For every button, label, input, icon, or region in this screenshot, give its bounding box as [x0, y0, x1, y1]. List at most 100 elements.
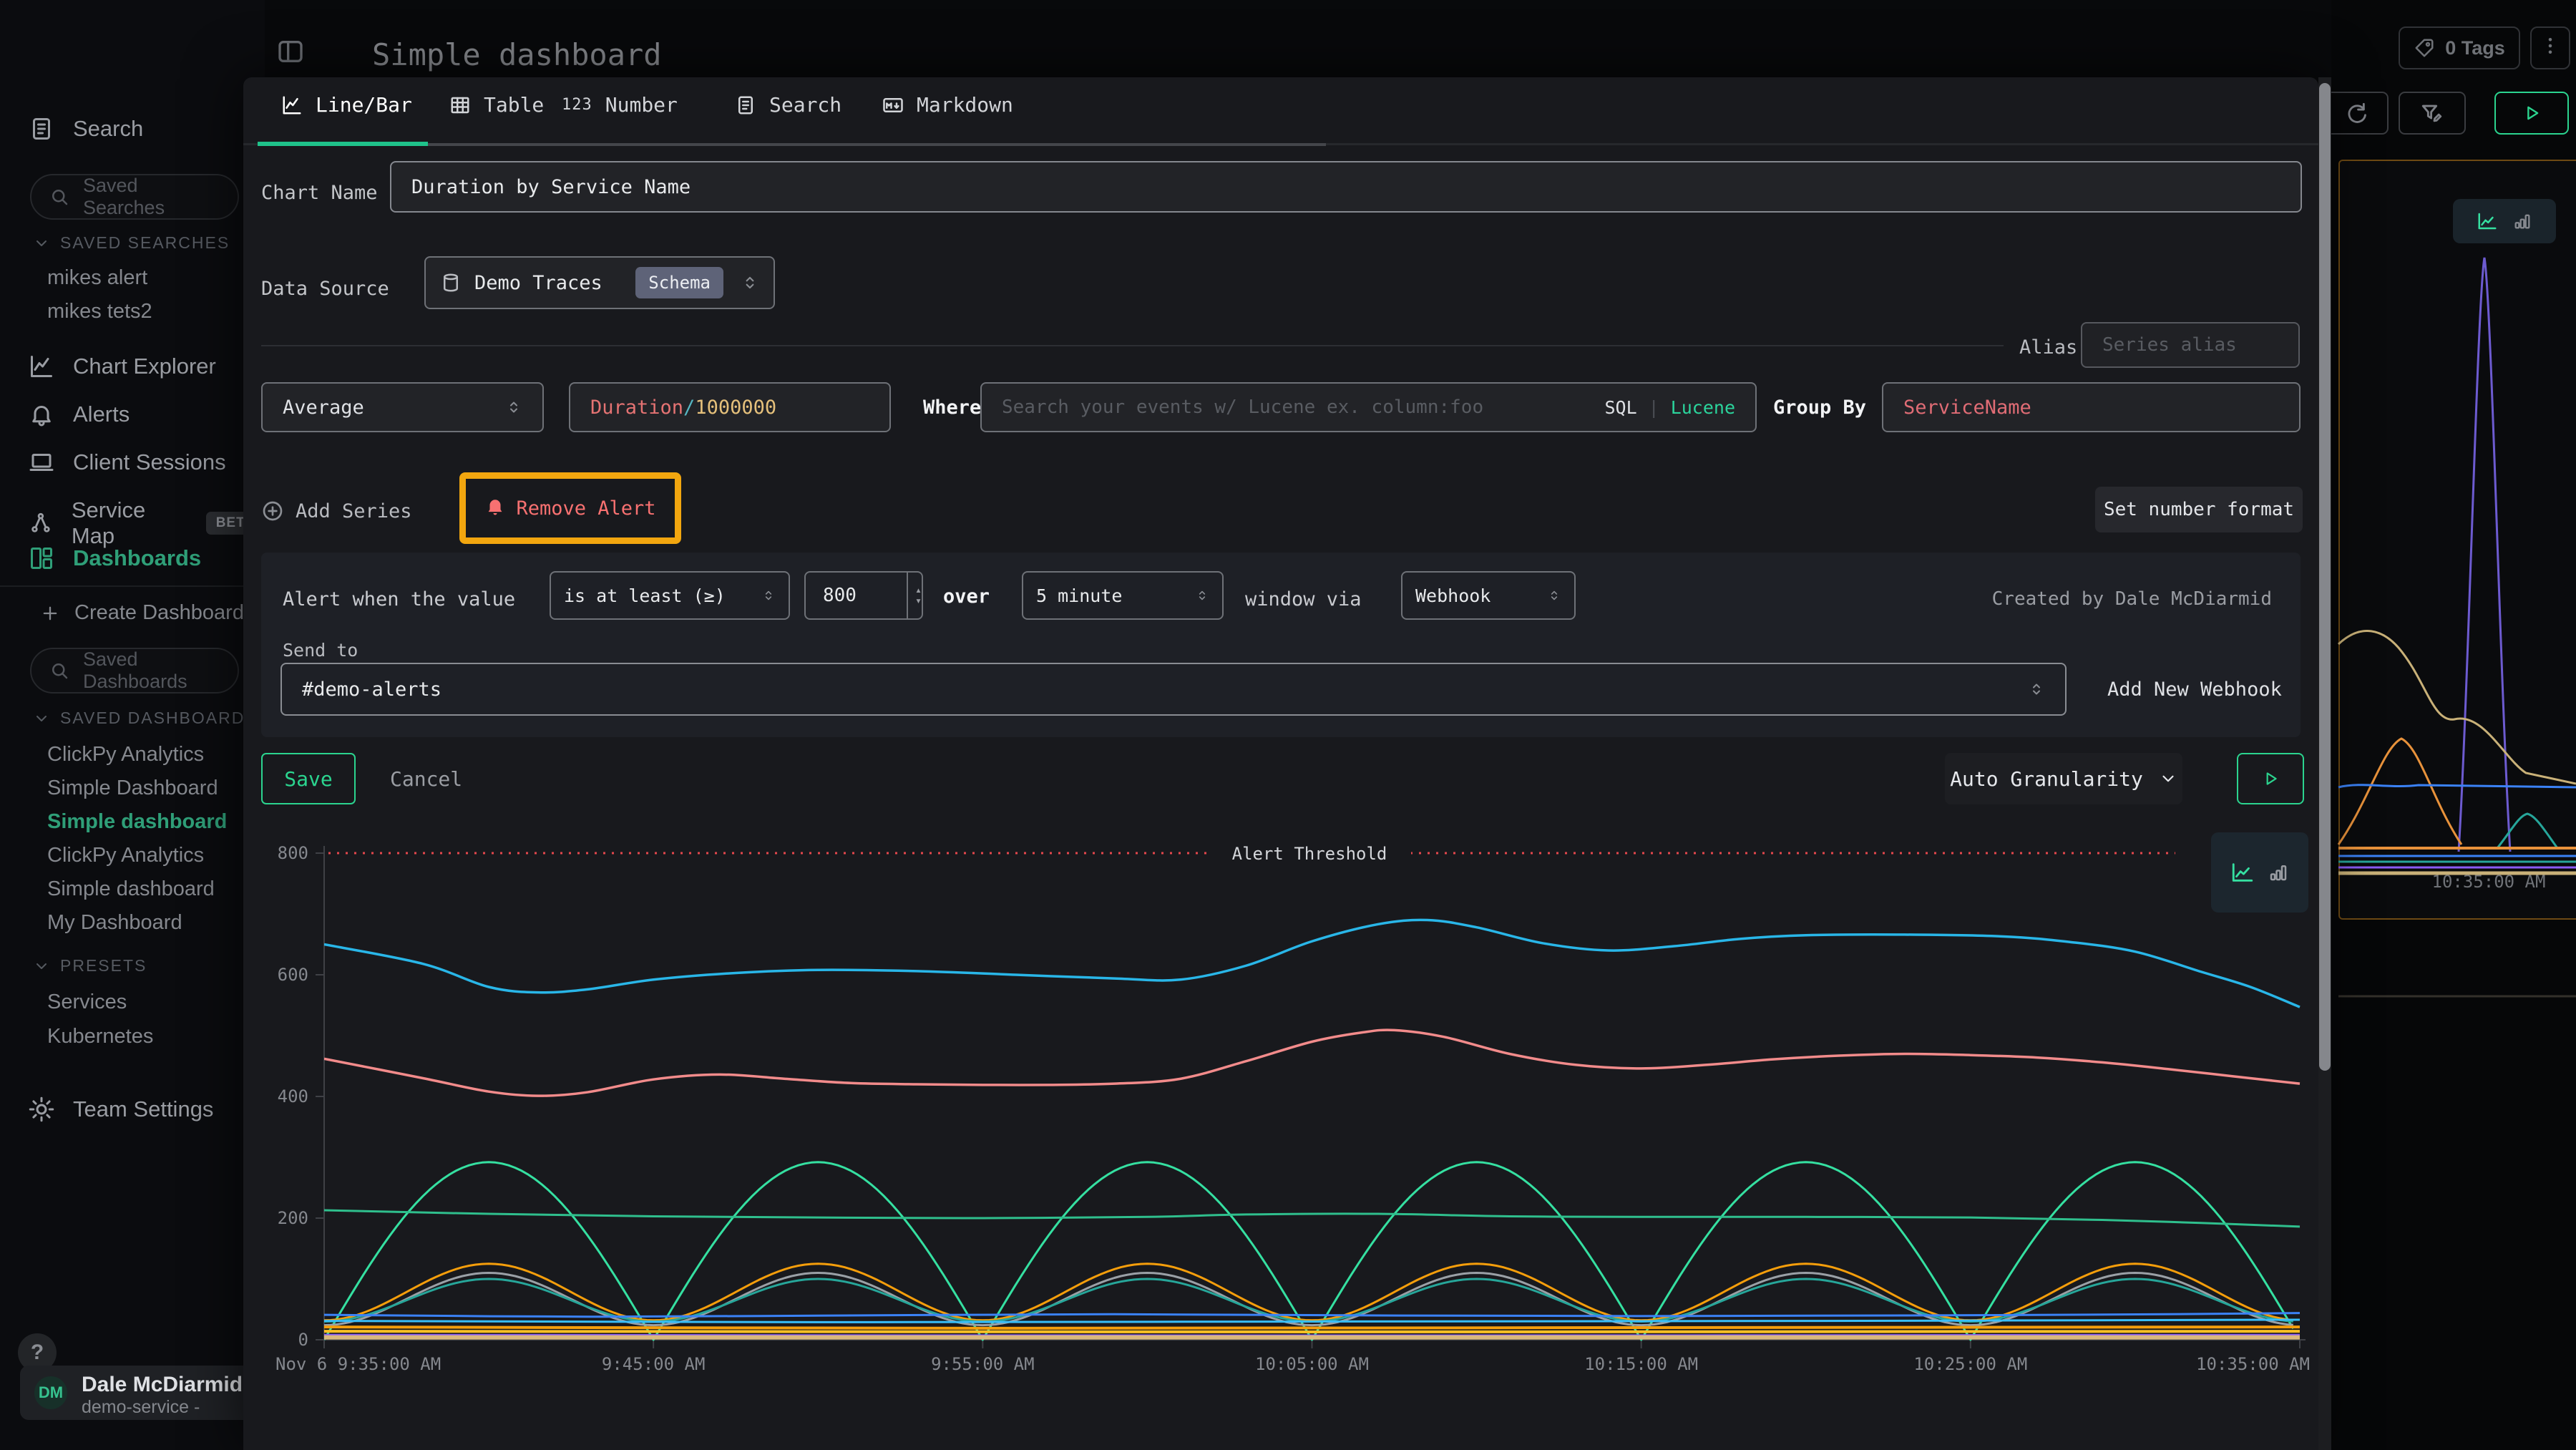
avatar: DM [34, 1376, 67, 1409]
add-series-button[interactable]: Add Series [261, 491, 412, 531]
hyperdx-app: 10:35:00 AM HyperDX Simple dashboard 0 T… [0, 0, 2576, 1450]
select-chevrons-icon [505, 399, 522, 416]
sidebar-item-services[interactable]: Services [47, 991, 127, 1014]
sidebar-item-clickpy-analytics[interactable]: ClickPy Analytics [47, 743, 204, 767]
expr-number: 1000000 [695, 396, 776, 419]
laptop-icon [29, 449, 54, 475]
where-search-input[interactable]: Search your events w/ Lucene ex. column:… [980, 382, 1757, 432]
sidebar-item-search[interactable]: Search [29, 116, 143, 142]
background-run-button[interactable] [2494, 92, 2569, 135]
data-source-select[interactable]: Demo Traces Schema [424, 256, 775, 309]
tabs-underline-scroll [428, 143, 1326, 146]
sidebar-item-kubernetes[interactable]: Kubernetes [47, 1025, 153, 1048]
save-button[interactable]: Save [261, 753, 356, 804]
sidebar-item-dashboards[interactable]: Dashboards [29, 545, 201, 571]
set-number-format-button[interactable]: Set number format [2095, 487, 2303, 532]
database-icon [440, 272, 462, 293]
field-expression-input[interactable]: Duration/1000000 [569, 382, 891, 432]
alert-condition-select[interactable]: is at least (≥) [550, 571, 790, 620]
background-refresh-button[interactable] [2323, 92, 2389, 135]
alert-prefix-label: Alert when the value [283, 588, 515, 610]
plus-circle-icon [261, 500, 284, 522]
dashboards-icon [29, 545, 54, 571]
send-to-select[interactable]: #demo-alerts [280, 663, 2067, 716]
presets-header[interactable]: PRESETS [33, 956, 147, 975]
tabs-active-indicator [258, 142, 428, 146]
sidebar-item-simple-dashboard[interactable]: Simple dashboard [47, 810, 227, 834]
tab-markdown[interactable]: Markdown [882, 93, 1013, 117]
tab-table[interactable]: Table [449, 93, 544, 117]
background-charttype-toggle[interactable] [2453, 199, 2556, 243]
chart-charttype-toggle[interactable] [2211, 832, 2308, 913]
saved-searches-header[interactable]: SAVED SEARCHES [33, 233, 230, 253]
cancel-button[interactable]: Cancel [390, 767, 462, 791]
saved-searches-input[interactable]: Saved Searches [30, 174, 239, 220]
sidebar-item-my-dashboard[interactable]: My Dashboard [47, 911, 182, 935]
tab-number[interactable]: 123Number [562, 93, 678, 117]
section-divider [261, 345, 2004, 346]
data-source-label: Data Source [261, 278, 389, 300]
sidebar-item-simple-dashboard[interactable]: Simple Dashboard [47, 777, 218, 800]
saved-dashboards-header[interactable]: SAVED DASHBOARDS [33, 709, 258, 728]
chevron-down-icon [33, 710, 50, 727]
select-chevrons-icon [1195, 588, 1209, 603]
tab-line-bar[interactable]: Line/Bar [281, 93, 412, 117]
granularity-select[interactable]: Auto Granularity [1945, 753, 2182, 804]
background-filter-button[interactable] [2399, 92, 2466, 135]
sidebar-item-mikes-tets2[interactable]: mikes tets2 [47, 300, 152, 323]
tag-icon [2414, 37, 2435, 59]
create-dashboard-button[interactable]: Create Dashboard [40, 601, 244, 625]
panel-toggle-icon[interactable] [276, 37, 305, 66]
number-stepper[interactable]: ▴▾ [907, 573, 922, 618]
sidebar-item-mikes-alert[interactable]: mikes alert [47, 266, 147, 290]
sql-mode-toggle[interactable]: SQL [1604, 397, 1636, 418]
line-chart-icon[interactable] [2477, 210, 2498, 232]
run-chart-button[interactable] [2237, 753, 2304, 804]
remove-alert-button[interactable]: Remove Alert [484, 495, 655, 522]
sidebar-divider [0, 585, 265, 587]
sidebar-item-alerts[interactable]: Alerts [29, 402, 130, 427]
service-map-icon [29, 510, 53, 536]
tab-search[interactable]: Search [735, 93, 841, 117]
alias-label: Alias [2019, 336, 2077, 359]
lucene-mode-toggle[interactable]: Lucene [1671, 397, 1735, 418]
schema-badge[interactable]: Schema [635, 267, 723, 298]
doc-list-icon [29, 116, 54, 142]
play-icon [2261, 769, 2280, 788]
sidebar-item-chart-explorer[interactable]: Chart Explorer [29, 354, 216, 379]
chart-name-input[interactable]: Duration by Service Name [390, 161, 2302, 213]
filter-icon [2420, 101, 2444, 125]
sidebar-item-simple-dashboard[interactable]: Simple dashboard [47, 877, 215, 901]
select-chevrons-icon [741, 273, 759, 292]
doc-list-icon [735, 94, 756, 116]
chevron-down-icon [2159, 769, 2177, 788]
tags-button[interactable]: 0 Tags [2399, 26, 2520, 69]
bell-icon [29, 402, 54, 427]
alert-window-select[interactable]: 5 minute [1022, 571, 1224, 620]
alert-threshold-input[interactable]: 800 ▴▾ [804, 571, 923, 620]
chart-name-label: Chart Name [261, 182, 378, 204]
bar-chart-icon[interactable] [2268, 862, 2289, 883]
sidebar-item-team-settings[interactable]: Team Settings [29, 1096, 213, 1122]
group-by-label: Group By [1773, 396, 1866, 419]
number-123-icon: 123 [562, 96, 592, 114]
add-new-webhook-button[interactable]: Add New Webhook [2107, 678, 2282, 701]
group-by-input[interactable]: ServiceName [1882, 382, 2301, 432]
modal-scrollbar-thumb[interactable] [2319, 83, 2331, 1071]
alert-channel-select[interactable]: Webhook [1401, 571, 1576, 620]
sidebar-item-client-sessions[interactable]: Client Sessions [29, 449, 226, 475]
sidebar-item-service-map[interactable]: Service MapBETA [29, 497, 265, 549]
line-chart-icon [29, 354, 54, 379]
more-options-button[interactable] [2530, 26, 2570, 69]
bar-chart-icon[interactable] [2512, 211, 2532, 231]
markdown-icon [882, 94, 904, 116]
background-x-axis-label: 10:35:00 AM [2410, 872, 2567, 892]
select-chevrons-icon [1547, 588, 1561, 603]
saved-dashboards-input[interactable]: Saved Dashboards [30, 648, 239, 694]
search-icon [49, 186, 70, 208]
series-alias-input[interactable]: Series alias [2081, 322, 2300, 368]
where-label: Where [923, 396, 981, 419]
aggregation-select[interactable]: Average [261, 382, 544, 432]
line-chart-icon[interactable] [2230, 860, 2255, 885]
sidebar-item-clickpy-analytics[interactable]: ClickPy Analytics [47, 844, 204, 867]
